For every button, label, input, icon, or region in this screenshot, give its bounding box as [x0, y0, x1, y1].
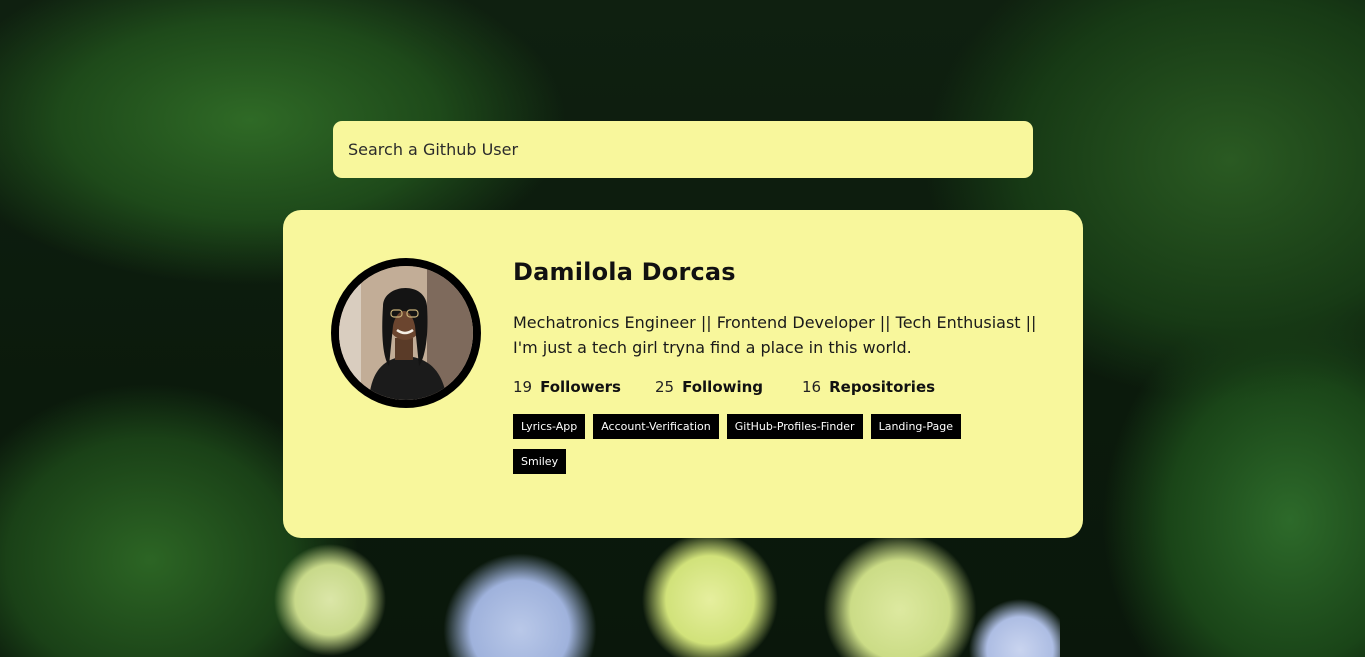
- avatar-photo: [339, 266, 473, 400]
- followers-count: 19: [513, 378, 533, 396]
- profile-stats: 19 Followers 25 Following 16 Repositorie…: [513, 378, 1043, 396]
- profile-card: Damilola Dorcas Mechatronics Engineer ||…: [283, 210, 1083, 538]
- repo-link-lyrics-app[interactable]: Lyrics-App: [513, 414, 586, 439]
- profile-name: Damilola Dorcas: [513, 258, 736, 286]
- search-input[interactable]: [348, 140, 1018, 159]
- repo-link-smiley[interactable]: Smiley: [513, 449, 567, 474]
- profile-info: Damilola Dorcas Mechatronics Engineer ||…: [513, 258, 1043, 484]
- repositories-stat: 16 Repositories: [802, 378, 935, 396]
- following-count: 25: [655, 378, 675, 396]
- repositories-count: 16: [802, 378, 822, 396]
- repo-link-account-verification[interactable]: Account-Verification: [593, 414, 719, 439]
- following-stat: 25 Following: [655, 378, 802, 396]
- repo-list: Lyrics-App Account-Verification GitHub-P…: [513, 414, 1013, 484]
- repo-link-github-profiles-finder[interactable]: GitHub-Profiles-Finder: [726, 414, 863, 439]
- profile-bio: Mechatronics Engineer || Frontend Develo…: [513, 313, 1037, 357]
- search-box: [333, 121, 1033, 178]
- repositories-label: Repositories: [829, 378, 936, 396]
- followers-stat: 19 Followers: [513, 378, 655, 396]
- avatar: [331, 258, 481, 408]
- followers-label: Followers: [540, 378, 621, 396]
- following-label: Following: [682, 378, 764, 396]
- hydrangea-flowers: [240, 520, 1060, 657]
- repo-link-landing-page[interactable]: Landing-Page: [870, 414, 962, 439]
